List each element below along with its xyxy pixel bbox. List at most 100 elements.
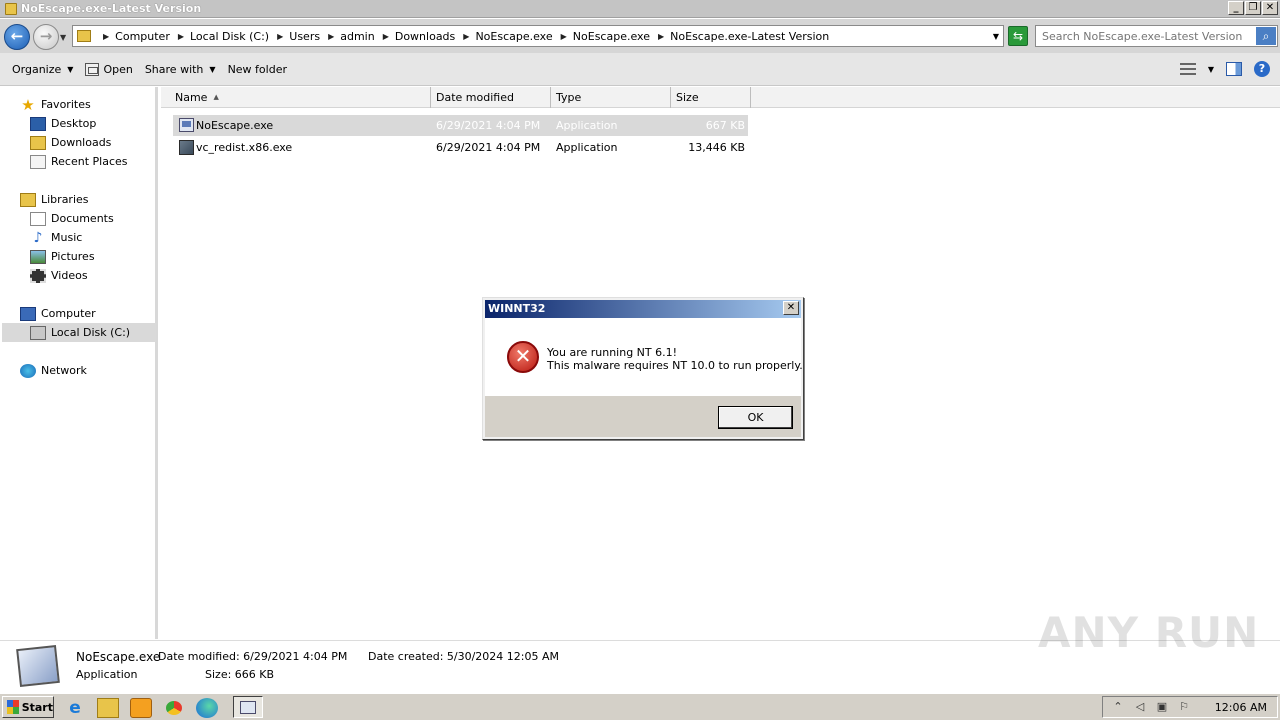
table-row[interactable]: NoEscape.exe 6/29/2021 4:04 PM Applicati…	[173, 115, 748, 136]
column-headers: Name ▲ Date modified Type Size	[161, 87, 1280, 108]
breadcrumb-latest-version[interactable]: NoEscape.exe-Latest Version	[670, 30, 829, 43]
details-file-name: NoEscape.exe	[76, 650, 161, 664]
address-folder-icon	[77, 30, 91, 42]
nav-music[interactable]: ♪ Music	[30, 228, 83, 247]
internet-explorer-icon[interactable]: e	[64, 698, 86, 718]
nav-libraries[interactable]: Libraries	[20, 190, 89, 209]
minimize-button[interactable]: _	[1228, 1, 1244, 15]
network-status-icon[interactable]: ▣	[1155, 700, 1169, 714]
nav-network-label: Network	[41, 364, 87, 377]
dialog-body: ✕ You are running NT 6.1! This malware r…	[485, 318, 803, 396]
nav-local-disk[interactable]: Local Disk (C:)	[2, 323, 156, 342]
breadcrumb-downloads[interactable]: Downloads	[395, 30, 455, 43]
open-button[interactable]: Open	[79, 57, 138, 81]
folder-icon	[5, 2, 17, 15]
chevron-right-icon[interactable]: ▶	[103, 32, 109, 41]
breadcrumb-local-disk[interactable]: Local Disk (C:)	[190, 30, 269, 43]
file-type: Application	[556, 119, 618, 132]
chevron-right-icon[interactable]: ▶	[658, 32, 664, 41]
address-row: ← → ▼ ▶ Computer ▶ Local Disk (C:) ▶ Use…	[0, 19, 1280, 53]
dialog-message-line-2: This malware requires NT 10.0 to run pro…	[547, 359, 803, 372]
share-with-label: Share with	[144, 62, 204, 76]
installer-icon	[179, 140, 194, 155]
details-size: Size: 666 KB	[205, 668, 275, 681]
change-view-icon[interactable]	[1179, 63, 1196, 75]
desktop-icon	[30, 116, 46, 131]
nav-recent-places[interactable]: Recent Places	[30, 152, 128, 171]
media-player-icon[interactable]	[130, 698, 152, 718]
view-options-dropdown-icon[interactable]: ▼	[1208, 65, 1214, 74]
breadcrumb-admin[interactable]: admin	[340, 30, 374, 43]
address-history-dropdown-icon[interactable]: ▼	[993, 32, 999, 41]
nav-libraries-label: Libraries	[41, 193, 89, 206]
nav-network[interactable]: Network	[20, 361, 87, 380]
breadcrumb-users[interactable]: Users	[289, 30, 320, 43]
error-dialog: WINNT32 ✕ ✕ You are running NT 6.1! This…	[482, 297, 804, 440]
clock[interactable]: 12:06 AM	[1215, 701, 1267, 714]
column-size-label: Size	[676, 91, 699, 104]
nav-pictures[interactable]: Pictures	[30, 247, 95, 266]
organize-button[interactable]: Organize ▼	[6, 57, 79, 81]
close-window-button[interactable]: ✕	[1262, 1, 1278, 15]
caret-down-icon: ▼	[67, 64, 74, 74]
restore-button[interactable]: ❐	[1245, 1, 1261, 15]
nav-desktop-label: Desktop	[51, 117, 97, 130]
nav-downloads[interactable]: Downloads	[30, 133, 111, 152]
chevron-right-icon[interactable]: ▶	[561, 32, 567, 41]
column-header-date-modified[interactable]: Date modified	[431, 87, 551, 108]
volume-icon[interactable]: ◁	[1133, 700, 1147, 714]
column-header-size[interactable]: Size	[671, 87, 751, 108]
column-name-label: Name	[175, 91, 208, 104]
preview-pane-icon[interactable]	[1226, 62, 1242, 76]
share-with-button[interactable]: Share with ▼	[139, 57, 222, 81]
recent-places-icon	[30, 154, 46, 169]
breadcrumb-computer[interactable]: Computer	[115, 30, 170, 43]
nav-desktop[interactable]: Desktop	[30, 114, 96, 133]
address-bar[interactable]: ▶ Computer ▶ Local Disk (C:) ▶ Users ▶ a…	[72, 25, 1004, 47]
chevron-right-icon[interactable]: ▶	[328, 32, 334, 41]
start-button[interactable]: Start	[2, 696, 54, 718]
chevron-right-icon[interactable]: ▶	[383, 32, 389, 41]
chrome-icon[interactable]	[163, 698, 185, 718]
caret-down-icon: ▼	[209, 64, 216, 74]
column-header-name[interactable]: Name ▲	[170, 87, 431, 108]
recent-pages-dropdown-icon[interactable]: ▼	[60, 33, 66, 42]
nav-videos[interactable]: Videos	[30, 266, 88, 285]
back-button[interactable]: ←	[4, 24, 30, 50]
ok-button[interactable]: OK	[718, 406, 793, 429]
breadcrumb-noescape-2[interactable]: NoEscape.exe	[573, 30, 650, 43]
file-explorer-icon[interactable]	[97, 698, 119, 718]
taskbar-app-noescape[interactable]	[233, 696, 263, 718]
show-hidden-icons-icon[interactable]: ⌃	[1111, 700, 1125, 714]
refresh-button[interactable]: ⇆	[1008, 26, 1028, 46]
dialog-message-line-1: You are running NT 6.1!	[547, 346, 678, 359]
toolbar-right: ▼ ?	[1179, 61, 1270, 77]
nav-recent-places-label: Recent Places	[51, 155, 128, 168]
chevron-right-icon[interactable]: ▶	[277, 32, 283, 41]
help-icon[interactable]: ?	[1254, 61, 1270, 77]
chevron-right-icon[interactable]: ▶	[178, 32, 184, 41]
dialog-close-button[interactable]: ✕	[783, 301, 799, 315]
file-size: 13,446 KB	[688, 141, 745, 154]
breadcrumb: ▶ Computer ▶ Local Disk (C:) ▶ Users ▶ a…	[95, 30, 829, 43]
details-file-type: Application	[76, 668, 138, 681]
navigation-pane: ★ Favorites Desktop Downloads Recent Pla…	[0, 87, 158, 639]
nav-local-disk-label: Local Disk (C:)	[51, 326, 131, 339]
windows-logo-icon	[7, 700, 19, 714]
libraries-icon	[20, 192, 36, 207]
forward-button[interactable]: →	[33, 24, 59, 50]
nav-favorites[interactable]: ★ Favorites	[20, 95, 91, 114]
edge-icon[interactable]	[196, 698, 218, 718]
action-center-flag-icon[interactable]: ⚐	[1177, 700, 1191, 714]
search-icon[interactable]: ⌕	[1256, 27, 1276, 45]
new-folder-button[interactable]: New folder	[222, 57, 293, 81]
table-row[interactable]: vc_redist.x86.exe 6/29/2021 4:04 PM Appl…	[173, 137, 748, 158]
chevron-right-icon[interactable]: ▶	[463, 32, 469, 41]
breadcrumb-noescape-1[interactable]: NoEscape.exe	[475, 30, 552, 43]
search-input[interactable]	[1042, 29, 1252, 43]
nav-documents[interactable]: Documents	[30, 209, 114, 228]
nav-computer[interactable]: Computer	[20, 304, 96, 323]
column-header-type[interactable]: Type	[551, 87, 671, 108]
window-controls: _ ❐ ✕	[1228, 1, 1278, 15]
nav-favorites-label: Favorites	[41, 98, 91, 111]
